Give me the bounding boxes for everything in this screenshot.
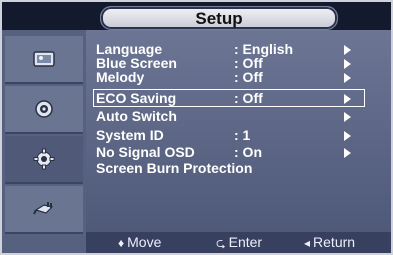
chevron-right-icon [344,112,351,122]
hint-move: ♦ Move [118,234,161,250]
picture-icon [33,51,55,67]
menu-item-label: System ID [96,127,164,143]
menu-item-value: : On [234,144,262,160]
setup-menu-panel: Language : English Blue Screen : Off Mel… [86,30,391,253]
menu-item-value: : Off [234,69,263,85]
setup-gear-icon [33,148,55,170]
return-icon: ◂ [304,236,311,250]
menu-item-label: Screen Burn Protection [96,160,253,176]
move-icon: ♦ [118,236,125,250]
menu-item-value: : Off [234,90,263,106]
hint-return-label: Return [313,234,356,250]
input-plug-icon [33,202,54,215]
sidebar-item-sound[interactable] [5,86,83,134]
hint-enter-label: Enter [228,234,263,250]
enter-icon: ⮎ [216,236,226,250]
chevron-right-icon [344,131,351,141]
menu-item-label: Auto Switch [96,108,177,124]
hint-enter: ⮎ Enter [216,234,262,255]
chevron-right-icon [344,73,351,83]
menu-item-label: Melody [96,69,145,85]
sidebar-item-picture[interactable] [5,36,83,84]
category-sidebar [2,30,86,253]
menu-item-label: ECO Saving [96,90,177,106]
chevron-right-icon [344,59,351,69]
osd-screen: Setup Language: English Blue Screen: O… [2,2,391,253]
chevron-right-icon [344,45,351,55]
sidebar-item-input[interactable] [5,186,83,234]
sound-icon [35,100,53,118]
title-pill: Setup [100,6,338,30]
chevron-right-icon [344,148,351,158]
menu-title: Setup [195,9,243,28]
sidebar-item-setup[interactable] [5,136,83,184]
hint-move-label: Move [127,234,162,250]
menu-item-label: No Signal OSD [96,144,195,160]
hint-return: ◂ Return [304,234,355,250]
navigation-hints: ♦ Move ⮎ Enter ◂ Return [86,232,391,253]
title-bar: Setup [2,2,391,30]
menu-item-value: : 1 [234,127,251,143]
chevron-right-icon [344,94,351,104]
